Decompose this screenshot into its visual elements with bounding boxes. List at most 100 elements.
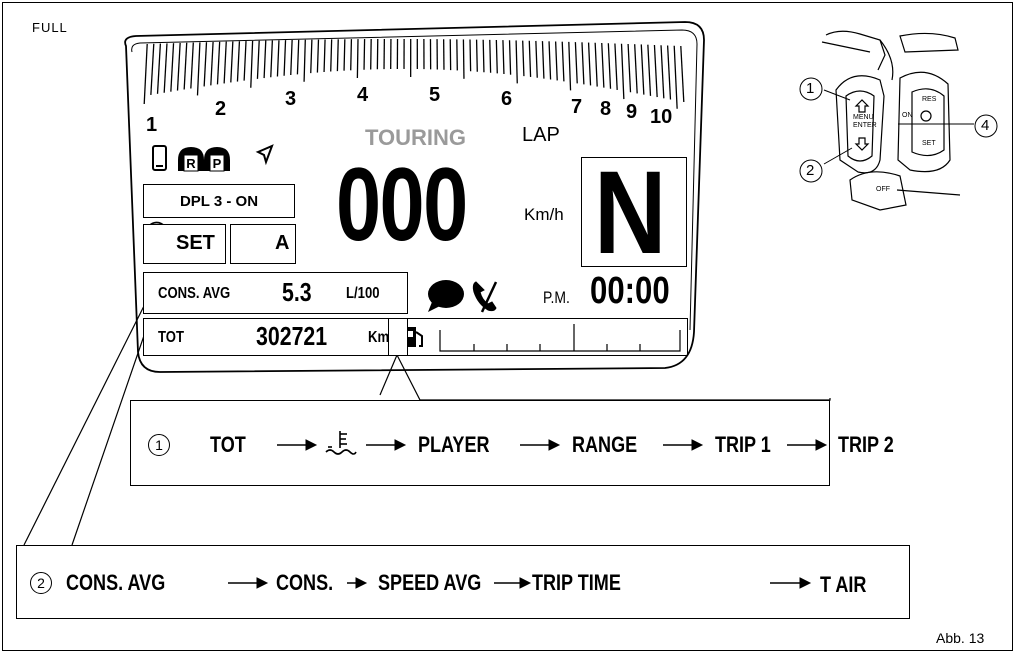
rpm-label-2: 2 — [215, 98, 227, 120]
rpm-tick — [515, 40, 518, 84]
rpm-tick — [243, 41, 247, 81]
switch-off-label: OFF — [876, 186, 890, 193]
odometer-box: TOT 302721 Km — [143, 318, 408, 356]
callout-4: 4 — [981, 117, 990, 134]
rpm-tick — [263, 40, 267, 79]
rpm-tick — [614, 43, 618, 90]
rpm-tick — [150, 43, 155, 95]
rpm-tick — [620, 43, 625, 100]
rpm-tick — [660, 45, 665, 99]
rpm-tick — [680, 45, 685, 103]
callout-1: 1 — [806, 80, 815, 97]
switch-on-label: ON — [902, 112, 913, 119]
rpm-tick — [356, 39, 359, 78]
clock-readout: 00:00 — [590, 270, 670, 312]
rpm-tick — [482, 39, 485, 73]
rpm-tick — [475, 39, 478, 72]
gear-indicator-box: N — [581, 148, 687, 278]
rpm-tick — [554, 41, 558, 81]
rpm-tick — [535, 40, 538, 78]
handlebar-switch-illustration — [821, 30, 961, 211]
rpm-tick — [541, 41, 545, 79]
rpm-tick — [508, 40, 512, 75]
switch-set-label: SET — [922, 140, 936, 147]
rpm-tick — [673, 45, 678, 109]
switch-enter-label: ENTER — [853, 122, 877, 129]
rpm-tick — [548, 41, 552, 80]
rpm-label-6: 6 — [501, 88, 513, 110]
rpm-tick — [143, 43, 148, 105]
sequence1-item-trip2: TRIP 2 — [838, 432, 894, 457]
rpm-tick — [640, 44, 645, 95]
rpm-tick — [230, 41, 234, 83]
rpm-tick — [316, 39, 320, 73]
odometer-unit: Km — [368, 329, 390, 346]
odometer-value: 302721 — [256, 321, 328, 351]
passenger-P-icon: P — [204, 147, 230, 172]
rpm-tick — [561, 41, 565, 82]
rpm-tick — [462, 39, 465, 79]
sequence2-item-cons-avg: CONS. AVG — [66, 570, 166, 595]
cons-avg-box: CONS. AVG 5.3 L/100 — [143, 272, 408, 314]
speed-readout: 000 — [336, 147, 468, 263]
phone-call-icon — [472, 281, 498, 313]
gear-indicator: N — [594, 147, 667, 279]
sequence2-item-cons: CONS. — [276, 570, 334, 595]
rpm-tick — [587, 42, 592, 86]
dpl-status-text: DPL 3 - ON — [179, 192, 259, 210]
rpm-tick — [190, 42, 194, 89]
rpm-tick — [336, 39, 339, 72]
speed-unit: Km/h — [524, 205, 564, 224]
headlight-mode-label: A — [275, 232, 290, 254]
rpm-tick — [568, 41, 572, 91]
headlight-mode-box: A — [230, 224, 296, 264]
lap-label: LAP — [522, 124, 560, 146]
navigation-arrow-icon — [255, 144, 274, 166]
rpm-tick — [250, 40, 254, 88]
rpm-tick — [196, 42, 201, 96]
cons-avg-value: 5.3 — [282, 277, 312, 307]
rpm-tick — [594, 42, 598, 87]
sequence2-item-speed-avg: SPEED AVG — [378, 570, 482, 595]
rpm-tick — [666, 45, 672, 100]
rpm-label-3: 3 — [285, 88, 297, 110]
rpm-label-7: 7 — [571, 96, 583, 118]
rpm-tick — [156, 43, 162, 94]
rpm-tick — [210, 41, 214, 86]
switch-res-label: RES — [922, 96, 937, 103]
rpm-tick — [256, 40, 260, 79]
rpm-tick — [502, 40, 505, 75]
rpm-tick — [350, 39, 353, 71]
rpm-tick — [270, 40, 274, 78]
rpm-tick — [323, 39, 326, 73]
rpm-tick — [581, 42, 585, 85]
sequence1-item-tot: TOT — [210, 432, 246, 457]
rpm-tick — [183, 42, 188, 90]
sequence1-number: 1 — [148, 434, 170, 456]
rpm-label-9: 9 — [626, 101, 638, 123]
rpm-tick — [607, 43, 612, 89]
rpm-tick — [223, 41, 227, 84]
sequence2-number: 2 — [30, 572, 52, 594]
sequence2-item-trip-time: TRIP TIME — [532, 570, 621, 595]
rpm-label-1: 1 — [146, 114, 158, 136]
rpm-tick — [170, 43, 175, 92]
rpm-tick — [627, 43, 632, 93]
rpm-tick — [303, 39, 306, 82]
rpm-tick — [310, 39, 313, 74]
rpm-tick — [283, 40, 287, 76]
rpm-tick — [203, 42, 208, 87]
rpm-tick — [489, 39, 492, 73]
rpm-label-4: 4 — [357, 84, 369, 106]
sequence1-item-range: RANGE — [572, 432, 638, 457]
rpm-tick — [634, 44, 638, 94]
rpm-label-8: 8 — [600, 98, 612, 120]
rpm-label-10: 10 — [650, 106, 673, 128]
rpm-tick — [495, 39, 498, 74]
rpm-tick — [290, 39, 293, 76]
rpm-tick — [601, 42, 605, 88]
cruise-set-box: SET — [143, 224, 226, 264]
sequence1-item-trip1: TRIP 1 — [715, 432, 771, 457]
phone-icon — [152, 145, 167, 171]
rpm-tick — [276, 40, 280, 77]
